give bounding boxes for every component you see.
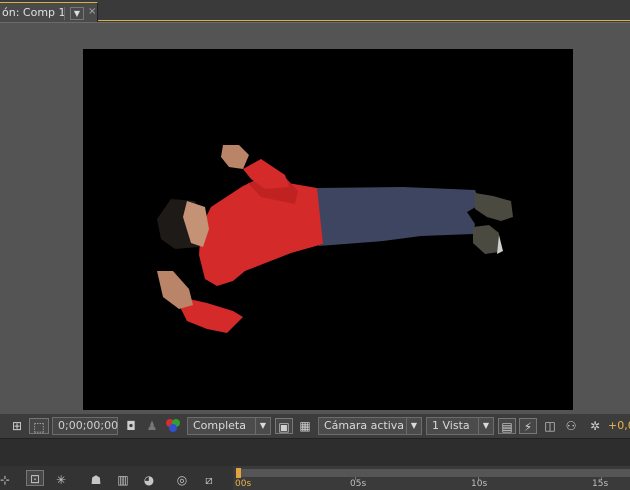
shy-layers-icon[interactable]: ☗ — [86, 472, 106, 488]
show-snapshot-icon[interactable]: ♟ — [144, 418, 160, 434]
resolution-label: Completa — [193, 419, 246, 432]
resolution-dropdown[interactable]: Completa ▼ — [187, 417, 271, 435]
tab-separator — [64, 7, 65, 20]
comp-mini-flowchart-icon[interactable]: ⊡ — [26, 470, 44, 486]
tick-label: 15s — [592, 479, 609, 489]
camera-label: Cámara activa — [324, 419, 405, 432]
composition-viewer[interactable] — [0, 22, 630, 415]
channel-rgb-icon[interactable] — [164, 418, 182, 434]
tick-label: 05s — [350, 479, 367, 489]
fast-preview-icon[interactable]: ▣ — [275, 418, 293, 434]
toggle-pixel-aspect-icon[interactable]: ▤ — [498, 418, 516, 434]
timecode-field[interactable]: 0;00;00;00 — [52, 417, 118, 435]
search-icon[interactable]: ⊹ — [0, 472, 12, 488]
composition-tab[interactable]: ón: Comp 1 ▼ × — [0, 2, 98, 22]
fast-previews-lightning-icon[interactable]: ⚡ — [519, 418, 537, 434]
draft-3d-icon[interactable]: ✳ — [52, 472, 70, 488]
chevron-down-icon: ▼ — [406, 418, 421, 434]
views-dropdown[interactable]: 1 Vista ▼ — [426, 417, 494, 435]
composition-canvas[interactable] — [83, 49, 573, 410]
viewer-toolbar: ⊞ ⬚ 0;00;00;00 ◘ ♟ Completa ▼ ▣ ▦ Cámara… — [0, 414, 630, 439]
camera-dropdown[interactable]: Cámara activa ▼ — [318, 417, 422, 435]
chevron-down-icon: ▼ — [478, 418, 493, 434]
composition-tab-bar: ón: Comp 1 ▼ × — [0, 0, 630, 22]
composition-tab-label: ón: Comp 1 — [2, 6, 66, 19]
rgb-circles-icon — [166, 419, 180, 432]
work-area-bar[interactable] — [238, 469, 630, 477]
chevron-down-icon: ▼ — [255, 418, 270, 434]
tab-menu-icon[interactable]: ▼ — [70, 7, 84, 20]
transparency-grid-icon[interactable]: ▦ — [296, 418, 314, 434]
tick-label: 10s — [471, 479, 488, 489]
tick-label: 00s — [235, 479, 252, 489]
current-time-indicator[interactable] — [236, 468, 241, 478]
footage-layer-person[interactable] — [83, 49, 573, 410]
frame-blending-icon[interactable]: ▥ — [113, 472, 133, 488]
graph-editor-icon[interactable]: ⧄ — [199, 472, 219, 488]
exposure-reset-icon[interactable]: ✲ — [586, 418, 604, 434]
flowchart-icon[interactable]: ⚇ — [562, 418, 580, 434]
timeline-icon[interactable]: ◫ — [541, 418, 559, 434]
motion-blur-icon[interactable]: ◕ — [139, 472, 159, 488]
close-icon[interactable]: × — [88, 6, 96, 17]
snapshot-camera-icon[interactable]: ◘ — [122, 418, 140, 434]
brainstorm-icon[interactable]: ◎ — [172, 472, 192, 488]
time-ruler[interactable]: 00s 05s 10s 15s — [233, 466, 630, 490]
tab-underline — [98, 20, 630, 21]
grid-icon[interactable]: ⊞ — [8, 418, 26, 434]
region-of-interest-icon[interactable]: ⬚ — [29, 418, 49, 434]
exposure-value[interactable]: +0,0 — [608, 414, 630, 438]
views-label: 1 Vista — [432, 419, 470, 432]
timeline-panel-header — [0, 439, 630, 466]
